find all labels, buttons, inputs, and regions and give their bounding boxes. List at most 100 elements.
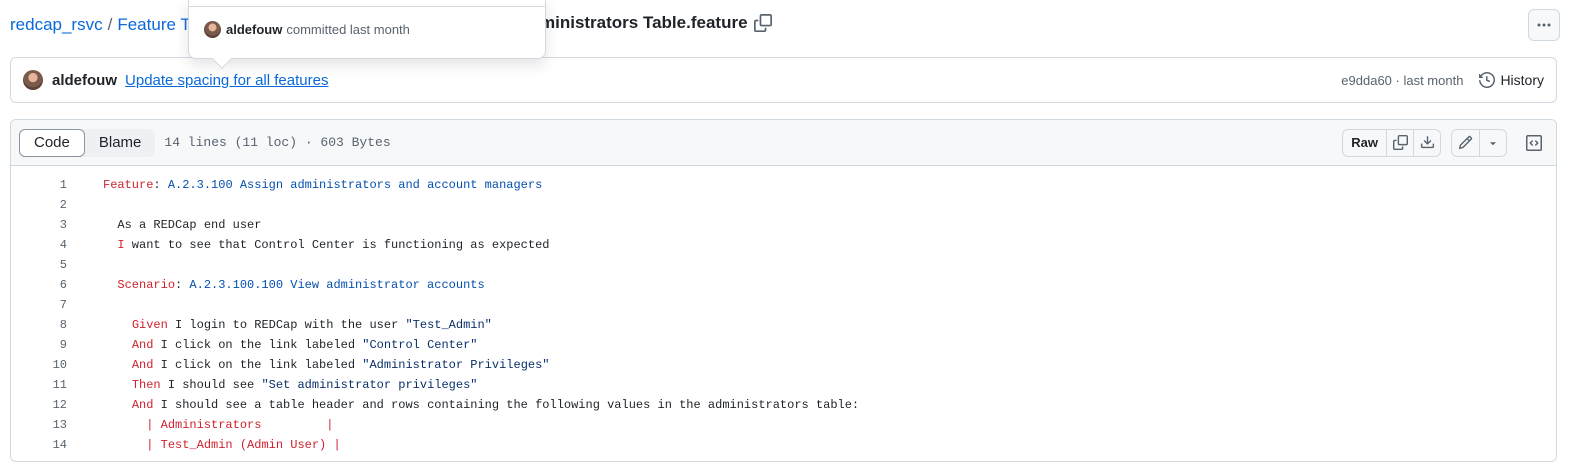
commit-author[interactable]: aldefouw [52, 72, 117, 89]
code-line: 4 I want to see that Control Center is f… [11, 235, 1556, 255]
line-number[interactable]: 5 [11, 258, 67, 272]
line-number[interactable]: 13 [11, 418, 67, 432]
code-token: As a REDCap end user [103, 218, 262, 232]
copy-icon [1392, 135, 1408, 150]
copy-raw-button[interactable] [1386, 129, 1413, 156]
code-line: 11 Then I should see "Set administrator … [11, 375, 1556, 395]
line-number[interactable]: 4 [11, 238, 67, 252]
symbols-panel-button[interactable] [1520, 129, 1548, 157]
line-number[interactable]: 3 [11, 218, 67, 232]
code-token: I should see [160, 378, 262, 392]
code-line: 12 And I should see a table header and r… [11, 395, 1556, 415]
breadcrumb-separator: / [107, 15, 113, 34]
code-token: "Control Center" [362, 338, 478, 352]
line-content: Scenario: A.2.3.100.100 View administrat… [103, 278, 485, 292]
code-line: 6 Scenario: A.2.3.100.100 View administr… [11, 275, 1556, 295]
line-content: And I click on the link labeled "Control… [103, 338, 478, 352]
code-listing: 1 Feature: A.2.3.100 Assign administrator… [11, 175, 1556, 455]
code-token: Scenario [117, 278, 176, 292]
code-token: A.2.3.100.100 View administrator account… [189, 278, 485, 292]
tab-blame[interactable]: Blame [85, 129, 156, 157]
triangle-down-icon [1490, 141, 1496, 145]
code-token: Feature [103, 178, 154, 192]
view-toggle: Code Blame [19, 128, 156, 157]
code-token: "Administrator Privileges" [362, 358, 550, 372]
code-line: 8 Given I login to REDCap with the user … [11, 315, 1556, 335]
popover-author[interactable]: aldefouw [226, 22, 282, 37]
commit-message-link[interactable]: Update spacing for all features [125, 72, 328, 89]
code-token: Then [131, 378, 161, 392]
line-content: And I click on the link labeled "Adminis… [103, 358, 550, 372]
download-button[interactable] [1413, 129, 1440, 156]
line-content: Feature: A.2.3.100 Assign administrators… [103, 178, 542, 192]
code-token: Given [131, 318, 168, 332]
breadcrumb-folder-link[interactable]: Feature Te [117, 15, 198, 35]
line-number[interactable]: 14 [11, 438, 67, 452]
line-number[interactable]: 6 [11, 278, 67, 292]
copy-path-icon[interactable] [753, 14, 772, 32]
raw-copy-download-group: Raw [1342, 128, 1441, 157]
raw-button[interactable]: Raw [1343, 130, 1386, 156]
commit-meta: e9dda60 · last month History [1341, 72, 1544, 88]
popover-message: committed last month [286, 22, 410, 37]
code-token: | Administrators | [146, 418, 334, 432]
line-content: Then I should see "Set administrator pri… [103, 378, 478, 392]
code-token: I click on the link labeled [153, 358, 363, 372]
history-icon [1479, 72, 1496, 88]
line-content: And I should see a table header and rows… [103, 398, 859, 412]
commit-sha-time[interactable]: e9dda60 · last month [1341, 73, 1463, 88]
edit-group [1451, 128, 1507, 157]
code-token: want to see that Control Center is funct… [124, 238, 550, 252]
code-token: : [175, 278, 190, 292]
line-number[interactable]: 12 [11, 398, 67, 412]
code-line: 7 [11, 295, 1556, 315]
more-options-button[interactable] [1528, 9, 1560, 41]
code-token: "Test_Admin" [405, 318, 492, 332]
code-token: I should see a table header and rows con… [153, 398, 860, 412]
edit-dropdown-button[interactable] [1479, 129, 1506, 156]
line-number[interactable]: 1 [11, 178, 67, 192]
line-number[interactable]: 2 [11, 198, 67, 212]
code-token: I [117, 238, 125, 252]
line-content: | Test_Admin (Admin User) | [103, 438, 341, 452]
code-line: 3 As a REDCap end user [11, 215, 1556, 235]
pencil-icon [1458, 135, 1473, 150]
code-line: 13 | Administrators | [11, 415, 1556, 435]
line-content: Given I login to REDCap with the user "T… [103, 318, 492, 332]
author-avatar[interactable] [23, 70, 43, 90]
code-token: : [153, 178, 168, 192]
code-token: And [131, 358, 154, 372]
tab-code[interactable]: Code [19, 128, 85, 157]
code-square-icon [1526, 134, 1542, 151]
file-header: Code Blame 14 lines (11 loc) · 603 Bytes… [11, 120, 1556, 166]
popover-divider [189, 6, 545, 7]
line-number[interactable]: 8 [11, 318, 67, 332]
breadcrumb-repo-link[interactable]: redcap_rsvc [10, 15, 103, 35]
code-line: 5 [11, 255, 1556, 275]
breadcrumb-file: ministrators Table.feature [540, 13, 772, 33]
code-token: | Test_Admin (Admin User) | [146, 438, 341, 452]
edit-button[interactable] [1452, 130, 1479, 156]
code-token: "Set administrator privileges" [261, 378, 478, 392]
breadcrumb: redcap_rsvc / Feature Te ministrators Ta… [10, 13, 772, 37]
line-number[interactable]: 11 [11, 378, 67, 392]
code-token: And [131, 338, 154, 352]
download-icon [1420, 136, 1434, 149]
code-line: 1 Feature: A.2.3.100 Assign administrator… [11, 175, 1556, 195]
file-meta: 14 lines (11 loc) · 603 Bytes [164, 135, 391, 150]
line-number[interactable]: 9 [11, 338, 67, 352]
code-token: A.2.3.100 Assign administrators and acco… [167, 178, 543, 192]
kebab-horizontal-icon [1537, 23, 1551, 27]
line-content: As a REDCap end user [103, 218, 261, 232]
line-number[interactable]: 7 [11, 298, 67, 312]
commit-popover: aldefouw committed last month [188, 0, 546, 69]
line-number[interactable]: 10 [11, 358, 67, 372]
avatar [204, 21, 221, 38]
line-content: I want to see that Control Center is fun… [103, 238, 549, 252]
history-button[interactable]: History [1479, 72, 1544, 88]
